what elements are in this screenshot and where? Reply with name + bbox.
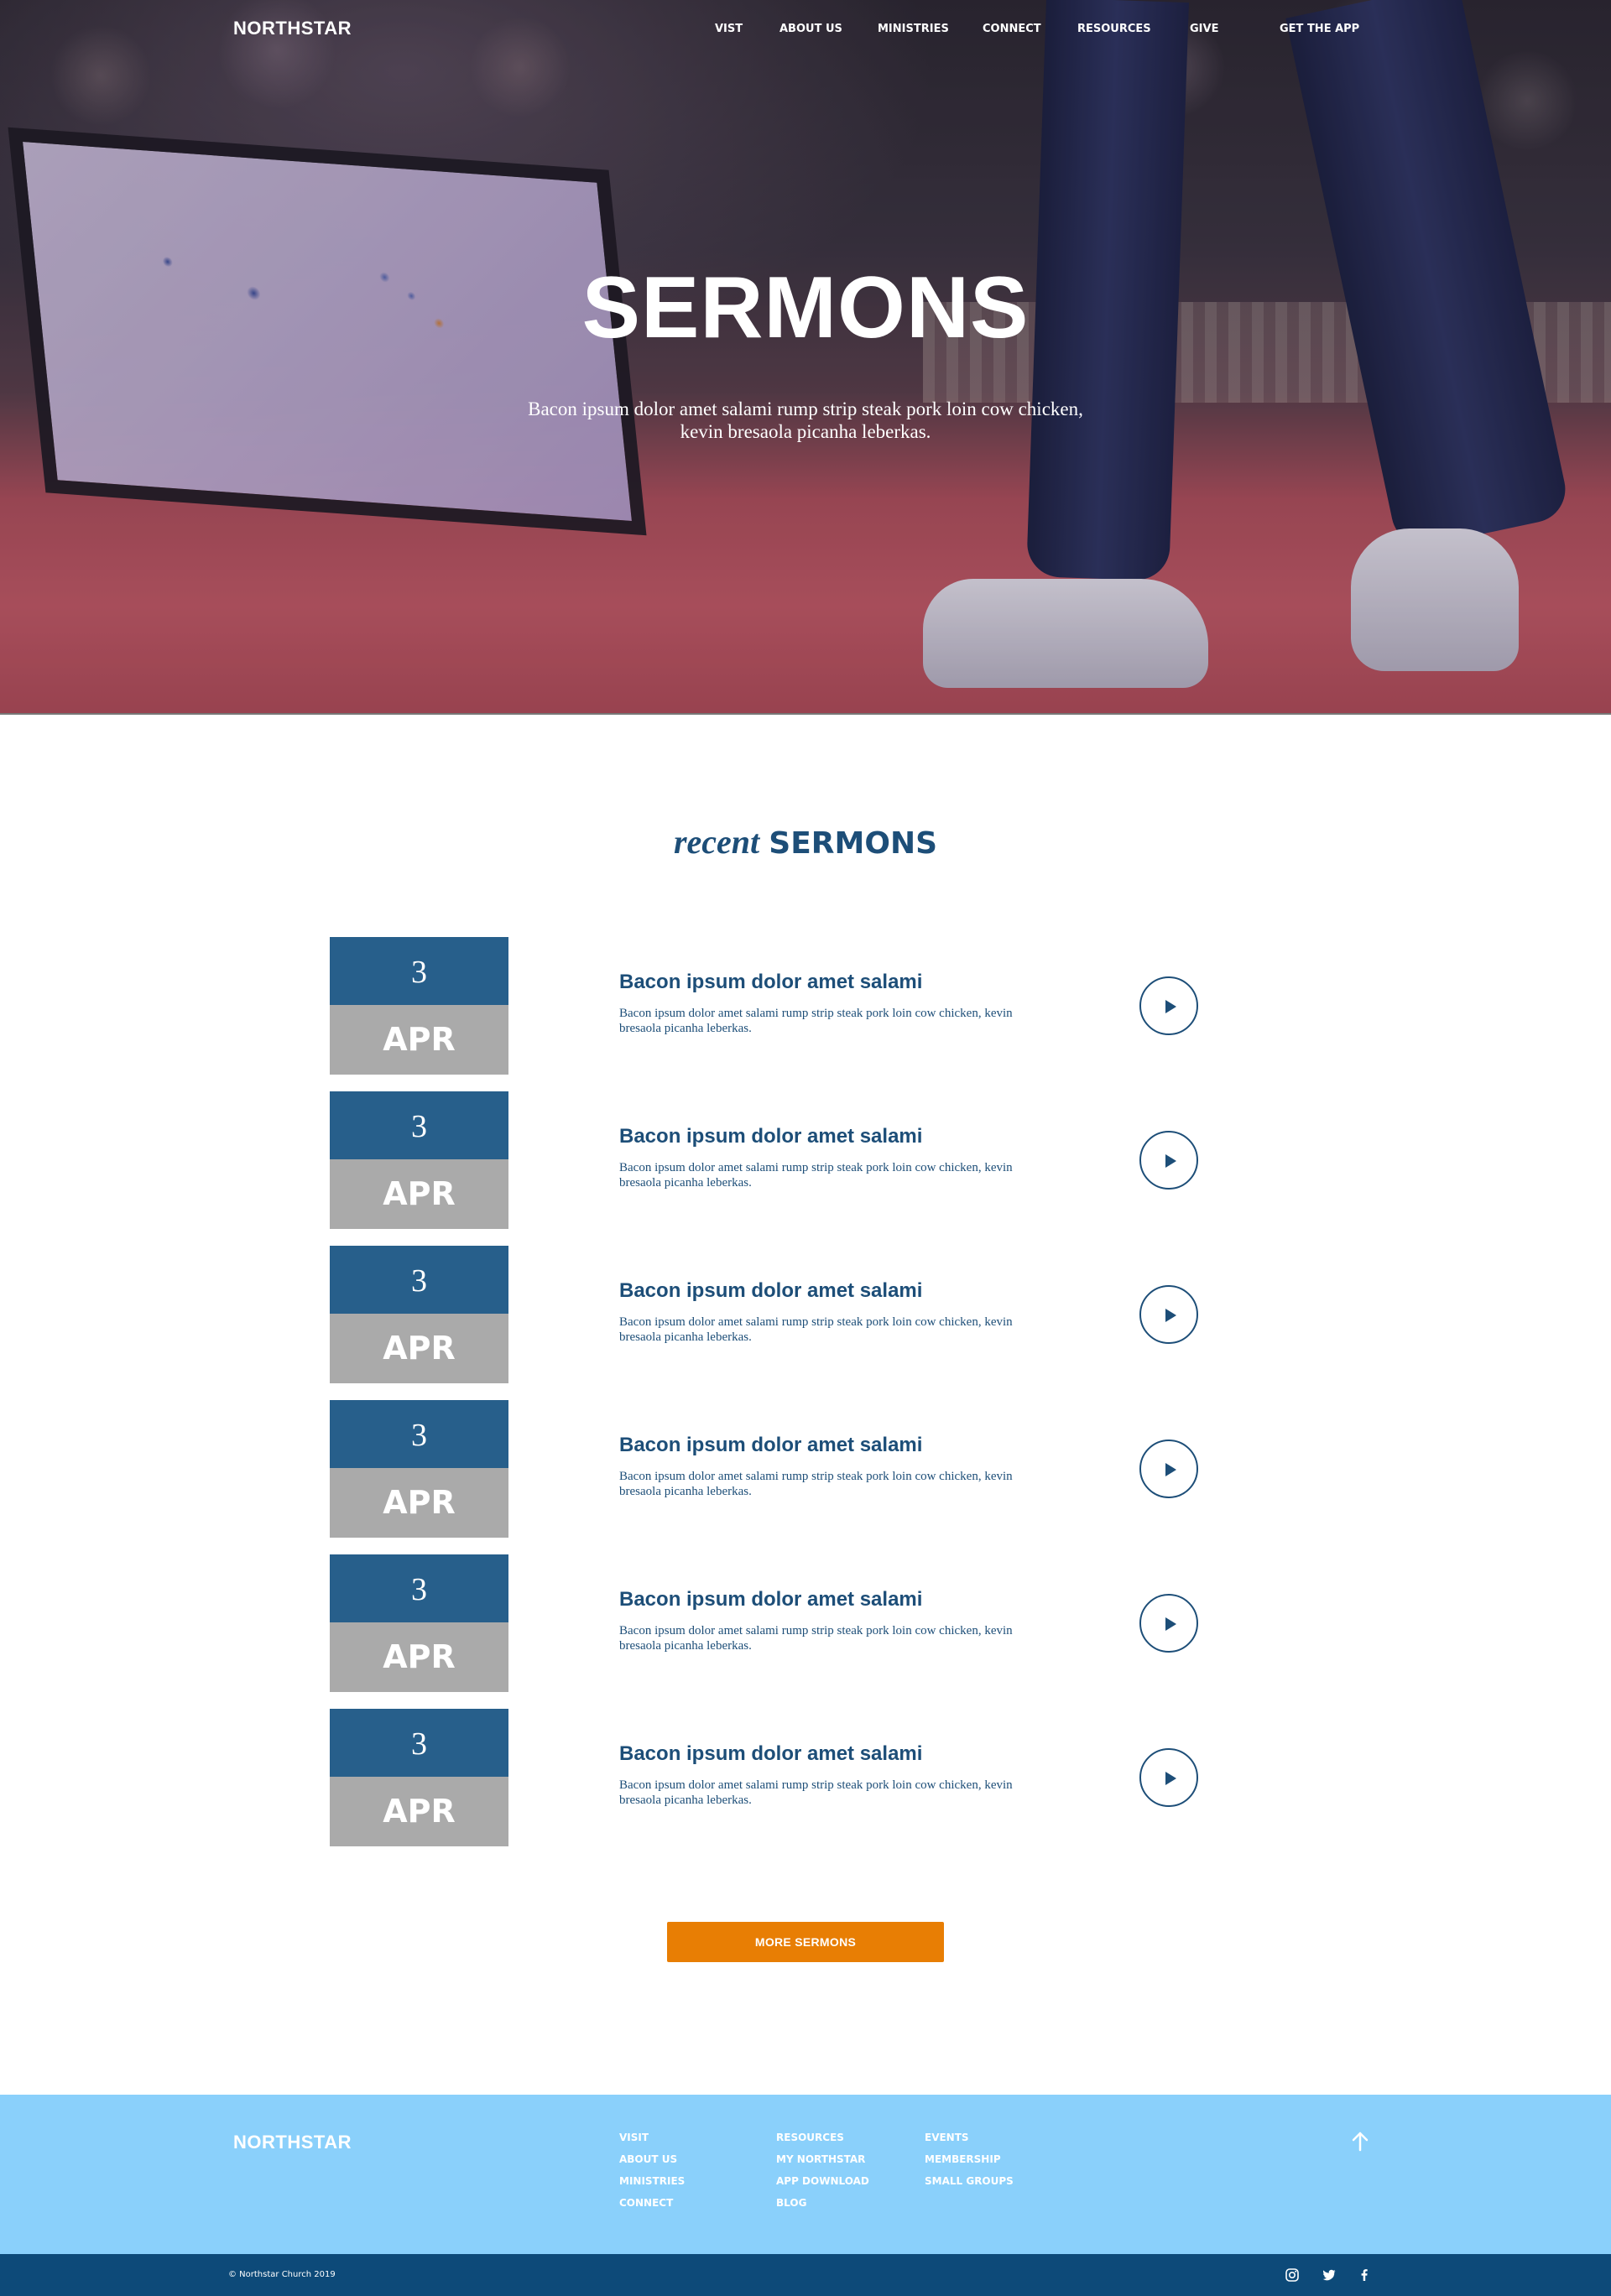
- footer-link-connect[interactable]: CONNECT: [619, 2197, 673, 2209]
- play-button[interactable]: [1139, 1594, 1198, 1653]
- sermon-title[interactable]: Bacon ipsum dolor amet salami: [619, 971, 922, 994]
- sermon-date-day: 3: [330, 1400, 508, 1468]
- footer-link-events[interactable]: EVENTS: [925, 2132, 969, 2143]
- sermon-date-day: 3: [330, 1709, 508, 1777]
- sermon-item: 3 APR Bacon ipsum dolor amet salami Baco…: [0, 1554, 1611, 1692]
- instagram-icon[interactable]: [1285, 2267, 1300, 2283]
- sermon-date: 3 APR: [330, 1246, 508, 1383]
- sermon-date-day: 3: [330, 1091, 508, 1159]
- footer-link-ministries[interactable]: MINISTRIES: [619, 2175, 685, 2187]
- sermon-date: 3 APR: [330, 1709, 508, 1846]
- facebook-icon[interactable]: [1357, 2267, 1372, 2283]
- sermon-title[interactable]: Bacon ipsum dolor amet salami: [619, 1588, 922, 1611]
- sermon-title[interactable]: Bacon ipsum dolor amet salami: [619, 1125, 922, 1148]
- footer-link-about-us[interactable]: ABOUT US: [619, 2153, 677, 2165]
- section-title: recent SERMONS: [0, 822, 1611, 862]
- arrow-up-icon[interactable]: [1351, 2131, 1369, 2153]
- play-button[interactable]: [1139, 976, 1198, 1035]
- nav-item-give[interactable]: GIVE: [1190, 23, 1218, 35]
- sermon-description: Bacon ipsum dolor amet salami rump strip…: [619, 1315, 1013, 1344]
- footer-link-membership[interactable]: MEMBERSHIP: [925, 2153, 1001, 2165]
- get-the-app-button[interactable]: GET THE APP: [1280, 23, 1359, 35]
- footer-link-app-download[interactable]: APP DOWNLOAD: [776, 2175, 869, 2187]
- nav-item-visit[interactable]: VIST: [715, 23, 743, 35]
- footer-link-resources[interactable]: RESOURCES: [776, 2132, 844, 2143]
- hero-subtitle: Bacon ipsum dolor amet salami rump strip…: [528, 398, 1083, 442]
- sermon-description: Bacon ipsum dolor amet salami rump strip…: [619, 1778, 1013, 1807]
- footer-link-small-groups[interactable]: SMALL GROUPS: [925, 2175, 1014, 2187]
- play-button[interactable]: [1139, 1440, 1198, 1498]
- sermon-date-day: 3: [330, 1554, 508, 1622]
- sermon-date-month: APR: [330, 1314, 508, 1383]
- sermon-date-month: APR: [330, 1159, 508, 1229]
- sermon-title[interactable]: Bacon ipsum dolor amet salami: [619, 1279, 922, 1303]
- nav-item-connect[interactable]: CONNECT: [983, 23, 1041, 35]
- page-title: SERMONS: [581, 259, 1030, 357]
- nav-item-about-us[interactable]: ABOUT US: [779, 23, 842, 35]
- section-title-bold: SERMONS: [769, 826, 938, 861]
- sermon-date: 3 APR: [330, 937, 508, 1075]
- footer-link-my-northstar[interactable]: MY NORTHSTAR: [776, 2153, 865, 2165]
- play-button[interactable]: [1139, 1131, 1198, 1190]
- section-title-italic: recent: [673, 823, 760, 861]
- sermon-title[interactable]: Bacon ipsum dolor amet salami: [619, 1742, 922, 1766]
- footer-logo[interactable]: NORTHSTAR: [233, 2132, 352, 2153]
- sermon-date: 3 APR: [330, 1554, 508, 1692]
- sermon-item: 3 APR Bacon ipsum dolor amet salami Baco…: [0, 937, 1611, 1075]
- footer-link-visit[interactable]: VISIT: [619, 2132, 649, 2143]
- play-button[interactable]: [1139, 1285, 1198, 1344]
- main-nav: VIST ABOUT US MINISTRIES CONNECT RESOURC…: [0, 23, 1611, 39]
- footer-link-blog[interactable]: BLOG: [776, 2197, 806, 2209]
- sermon-date-month: APR: [330, 1777, 508, 1846]
- sermon-item: 3 APR Bacon ipsum dolor amet salami Baco…: [0, 1091, 1611, 1229]
- sermon-description: Bacon ipsum dolor amet salami rump strip…: [619, 1624, 1013, 1653]
- sermon-description: Bacon ipsum dolor amet salami rump strip…: [619, 1470, 1013, 1498]
- hero-banner: NORTHSTAR VIST ABOUT US MINISTRIES CONNE…: [0, 0, 1611, 715]
- footer: NORTHSTAR VISIT ABOUT US MINISTRIES CONN…: [0, 2095, 1611, 2254]
- sermon-date-month: APR: [330, 1468, 508, 1538]
- sermon-description: Bacon ipsum dolor amet salami rump strip…: [619, 1007, 1013, 1035]
- more-sermons-button[interactable]: MORE SERMONS: [667, 1922, 944, 1962]
- sermon-date: 3 APR: [330, 1400, 508, 1538]
- sermon-description: Bacon ipsum dolor amet salami rump strip…: [619, 1161, 1013, 1190]
- sermon-date: 3 APR: [330, 1091, 508, 1229]
- sermon-date-day: 3: [330, 937, 508, 1005]
- sermon-item: 3 APR Bacon ipsum dolor amet salami Baco…: [0, 1709, 1611, 1846]
- footer-bottom-bar: © Northstar Church 2019: [0, 2254, 1611, 2296]
- sermon-date-month: APR: [330, 1622, 508, 1692]
- copyright-text: © Northstar Church 2019: [228, 2270, 336, 2279]
- play-button[interactable]: [1139, 1748, 1198, 1807]
- sermon-date-month: APR: [330, 1005, 508, 1075]
- sermon-item: 3 APR Bacon ipsum dolor amet salami Baco…: [0, 1400, 1611, 1538]
- nav-item-ministries[interactable]: MINISTRIES: [878, 23, 949, 35]
- sermon-date-day: 3: [330, 1246, 508, 1314]
- sermon-item: 3 APR Bacon ipsum dolor amet salami Baco…: [0, 1246, 1611, 1383]
- twitter-icon[interactable]: [1322, 2267, 1337, 2283]
- nav-item-resources[interactable]: RESOURCES: [1077, 23, 1151, 35]
- sermon-title[interactable]: Bacon ipsum dolor amet salami: [619, 1434, 922, 1457]
